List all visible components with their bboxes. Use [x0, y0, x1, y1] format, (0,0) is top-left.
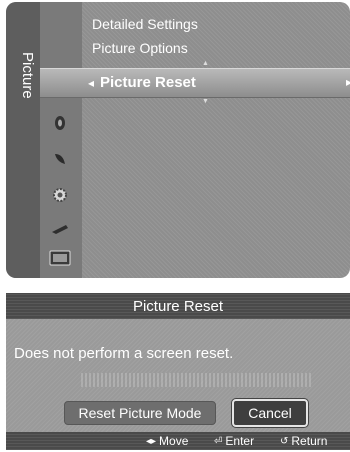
- enter-icon: ⏎: [214, 435, 223, 447]
- chevron-right-icon: ▸: [345, 75, 350, 89]
- move-hint-label: Move: [159, 434, 189, 448]
- menu-items: Detailed Settings Picture Options ▲ ◂ Pi…: [40, 2, 350, 278]
- cancel-button[interactable]: Cancel: [232, 399, 308, 427]
- dialog-body: Does not perform a screen reset. Reset P…: [6, 319, 350, 432]
- category-icon-column: [40, 2, 82, 278]
- selection-bullet-icon: ◂: [88, 76, 95, 90]
- dialog-message: Does not perform a screen reset.: [14, 345, 234, 362]
- scroll-up-icon: ▲: [202, 60, 209, 67]
- dialog-titlebar: Picture Reset: [6, 293, 350, 319]
- menu-item-detailed-settings[interactable]: Detailed Settings: [92, 16, 198, 32]
- picture-menu-panel: Picture Detailed Settings Picture Option…: [6, 2, 350, 278]
- application-icon[interactable]: [46, 247, 74, 269]
- sound-icon[interactable]: [46, 112, 74, 134]
- decorative-stripe: [81, 373, 311, 387]
- return-hint: ↺ Return: [280, 434, 327, 448]
- setup-icon[interactable]: [46, 184, 74, 206]
- menu-item-picture-options[interactable]: Picture Options: [92, 40, 188, 56]
- move-hint: ◂▸ Move: [146, 434, 188, 448]
- channel-icon[interactable]: [46, 148, 74, 170]
- dialog-title: Picture Reset: [132, 298, 224, 315]
- scroll-down-icon: ▼: [202, 98, 209, 105]
- enter-hint-label: Enter: [225, 434, 255, 448]
- category-tab: Picture: [6, 2, 40, 278]
- move-icon: ◂▸: [146, 435, 157, 447]
- return-icon: ↺: [280, 435, 289, 447]
- return-hint-label: Return: [291, 434, 328, 448]
- picture-reset-dialog: Picture Reset Does not perform a screen …: [6, 293, 350, 450]
- dialog-footer: ◂▸ Move ⏎ Enter ↺ Return: [6, 432, 350, 450]
- menu-item-label: Picture Reset: [100, 74, 196, 91]
- enter-hint: ⏎ Enter: [214, 434, 254, 448]
- category-label: Picture: [19, 52, 36, 99]
- input-icon[interactable]: [46, 218, 74, 240]
- menu-item-picture-reset[interactable]: ◂ Picture Reset ▸: [40, 68, 350, 98]
- reset-picture-mode-button[interactable]: Reset Picture Mode: [64, 401, 216, 425]
